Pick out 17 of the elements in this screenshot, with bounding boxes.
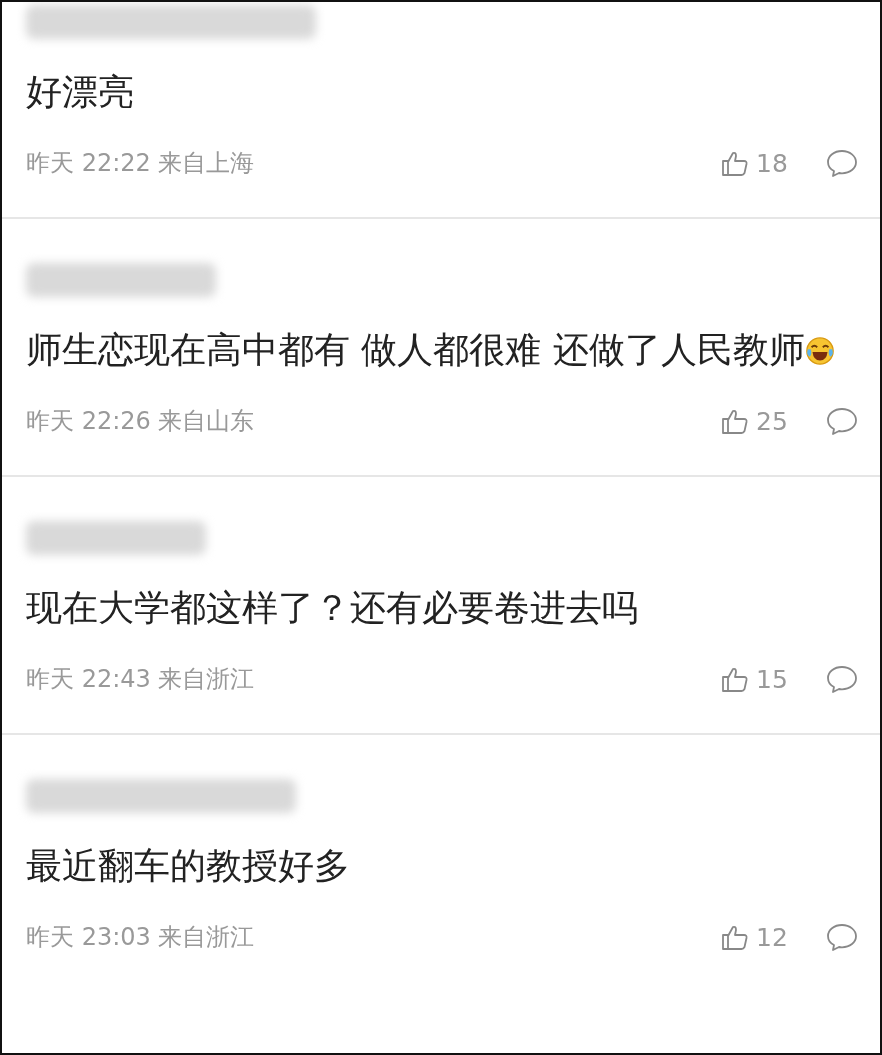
comment-meta: 昨天 22:43 来自浙江 (26, 664, 256, 695)
comment-icon[interactable] (826, 664, 858, 694)
comment-icon[interactable] (826, 148, 858, 178)
comment-icon[interactable] (826, 922, 858, 952)
laughing-face-icon (804, 336, 835, 366)
comment-meta: 昨天 22:22 来自上海 (26, 148, 256, 179)
comment-meta: 昨天 22:26 来自山东 (26, 406, 256, 437)
like-count: 25 (756, 406, 789, 436)
like-count: 15 (756, 664, 789, 694)
like-count: 12 (756, 922, 789, 952)
comment-text: 现在大学都这样了？还有必要卷进去吗 (26, 586, 639, 630)
comment-text: 师生恋现在高中都有 做人都很难 还做了人民教师 (26, 322, 858, 378)
comment-text: 好漂亮 (26, 70, 135, 114)
comment-text: 最近翻车的教授好多 (26, 844, 351, 888)
comment-meta: 昨天 23:03 来自浙江 (26, 922, 256, 953)
like-count: 18 (756, 148, 789, 178)
comment-icon[interactable] (826, 406, 858, 436)
